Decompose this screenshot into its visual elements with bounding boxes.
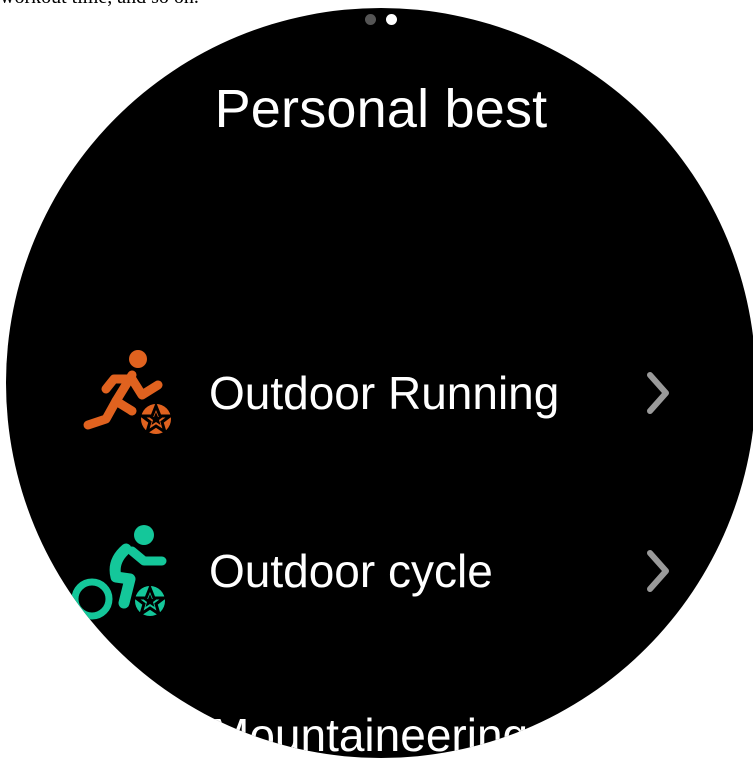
page-indicator bbox=[365, 14, 397, 25]
list-item-label: Outdoor cycle bbox=[209, 545, 493, 597]
running-icon bbox=[83, 350, 175, 436]
list-item-outdoor-cycle[interactable]: Outdoor cycle bbox=[6, 513, 753, 623]
chevron-right-icon bbox=[647, 550, 669, 592]
page-dot[interactable] bbox=[365, 14, 376, 25]
chevron-right-icon bbox=[647, 372, 669, 414]
watch-screen: Personal best Outdoor Running Outdoor cy… bbox=[6, 8, 753, 758]
list-item-label: Outdoor Running bbox=[209, 367, 560, 419]
list-item-mountaineering[interactable]: Mountaineering bbox=[6, 688, 753, 758]
top-caption: workout time, and so on. bbox=[0, 0, 199, 9]
page-dot-active[interactable] bbox=[386, 14, 397, 25]
page-title: Personal best bbox=[214, 79, 548, 139]
cycling-icon bbox=[71, 525, 169, 620]
list-item-label: Mountaineering bbox=[211, 709, 529, 758]
mountaineering-icon bbox=[135, 691, 153, 709]
list-item-outdoor-running[interactable]: Outdoor Running bbox=[6, 333, 753, 443]
